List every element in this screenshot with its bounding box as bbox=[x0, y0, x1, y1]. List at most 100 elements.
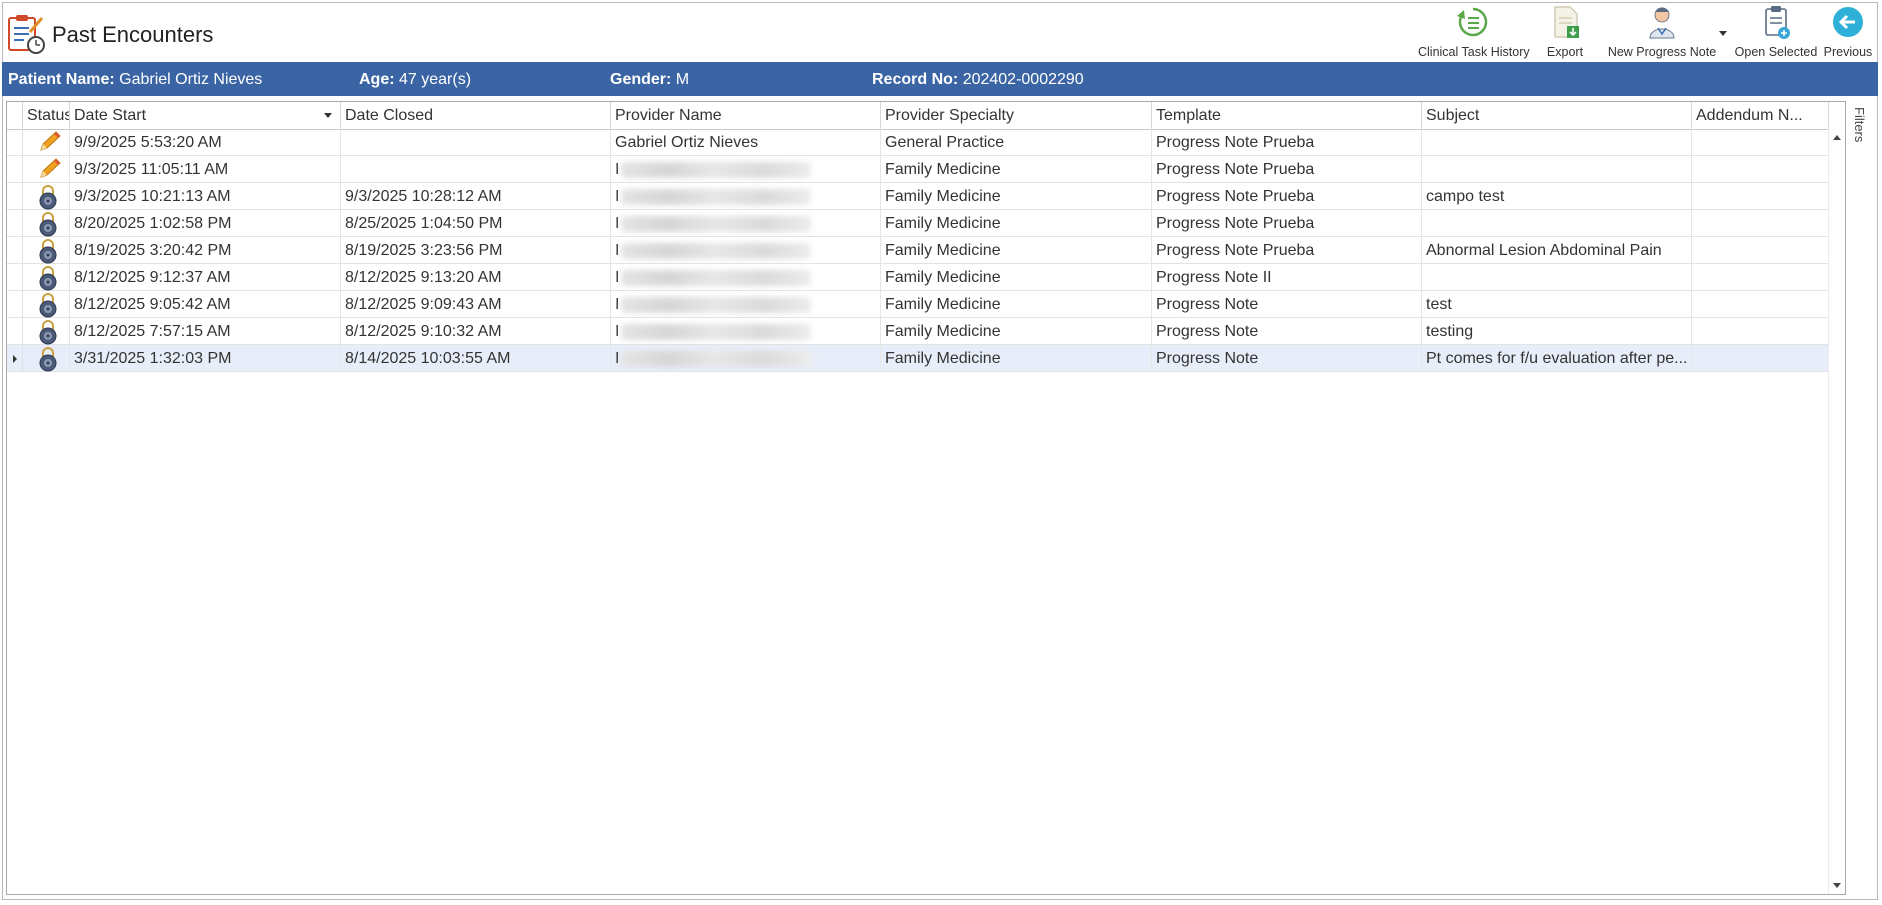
table-row[interactable]: 8/12/2025 9:12:37 AM 8/12/2025 9:13:20 AM… bbox=[7, 264, 1829, 291]
col-subject-cell bbox=[1422, 264, 1692, 291]
col-subject-text: campo test bbox=[1426, 188, 1505, 205]
scroll-down-arrow-icon[interactable] bbox=[1833, 883, 1841, 888]
row-indicator[interactable] bbox=[7, 264, 23, 291]
patient-record: Record No: 202402-0002290 bbox=[872, 71, 1084, 89]
previous-button[interactable]: Previous bbox=[1823, 4, 1873, 60]
scroll-up-arrow-icon[interactable] bbox=[1833, 135, 1841, 140]
col-provider-specialty-text: Family Medicine bbox=[885, 188, 1001, 205]
col-provider-specialty-text: Family Medicine bbox=[885, 323, 1001, 340]
doctor-icon bbox=[1649, 7, 1675, 39]
col-provider-specialty-cell: Family Medicine bbox=[881, 210, 1152, 237]
col-provider-name-cell: I bbox=[611, 156, 881, 183]
col-date-start-text: 8/12/2025 9:12:37 AM bbox=[74, 269, 231, 286]
new-progress-note-button[interactable]: New Progress Note bbox=[1604, 4, 1720, 60]
col-provider-specialty-header-label: Provider Specialty bbox=[885, 107, 1014, 124]
col-provider-name-text: I bbox=[615, 269, 620, 286]
col-template-text: Progress Note Prueba bbox=[1156, 134, 1315, 151]
col-status-cell bbox=[23, 264, 70, 291]
col-template-cell: Progress Note bbox=[1152, 291, 1422, 318]
col-addendum-header-label: Addendum N... bbox=[1696, 107, 1803, 124]
col-date-closed-cell: 9/3/2025 10:28:12 AM bbox=[341, 183, 611, 210]
col-addendum-header[interactable]: Addendum N... bbox=[1692, 102, 1829, 129]
patient-gender-value: M bbox=[675, 71, 690, 88]
col-subject-header[interactable]: Subject bbox=[1422, 102, 1692, 129]
table-row[interactable]: 8/19/2025 3:20:42 PM 8/19/2025 3:23:56 PM… bbox=[7, 237, 1829, 264]
row-indicator[interactable] bbox=[7, 318, 23, 345]
col-date-start-text: 8/19/2025 3:20:42 PM bbox=[74, 242, 232, 259]
row-indicator[interactable] bbox=[7, 345, 23, 372]
col-status-header-label: Status bbox=[27, 107, 70, 124]
col-date-closed-text: 9/3/2025 10:28:12 AM bbox=[345, 188, 502, 205]
col-date-start-cell: 8/12/2025 9:12:37 AM bbox=[70, 264, 341, 291]
lock-icon bbox=[39, 212, 57, 237]
col-template-cell: Progress Note Prueba bbox=[1152, 183, 1422, 210]
col-addendum-cell bbox=[1692, 264, 1829, 291]
col-addendum-cell bbox=[1692, 210, 1829, 237]
col-date-closed-cell: 8/25/2025 1:04:50 PM bbox=[341, 210, 611, 237]
col-date-start-text: 8/12/2025 7:57:15 AM bbox=[74, 323, 231, 340]
col-date-start-text: 9/9/2025 5:53:20 AM bbox=[74, 134, 222, 151]
row-indicator[interactable] bbox=[7, 183, 23, 210]
open-selected-label: Open Selected bbox=[1734, 45, 1818, 59]
col-provider-name-text: I bbox=[615, 188, 620, 205]
filters-label[interactable]: Filters bbox=[1852, 107, 1867, 142]
col-date-start-text: 9/3/2025 10:21:13 AM bbox=[74, 188, 231, 205]
clinical-task-history-button[interactable]: Clinical Task History bbox=[1418, 4, 1530, 60]
row-indicator[interactable] bbox=[7, 210, 23, 237]
filters-panel[interactable]: Filters bbox=[1846, 101, 1876, 895]
col-date-closed-cell: 8/14/2025 10:03:55 AM bbox=[341, 345, 611, 372]
col-provider-name-cell: I bbox=[611, 264, 881, 291]
redacted-name bbox=[621, 323, 812, 340]
col-subject-text: Pt comes for f/u evaluation after pe... bbox=[1426, 350, 1688, 367]
col-provider-specialty-text: Family Medicine bbox=[885, 269, 1001, 286]
pencil-icon bbox=[40, 131, 61, 151]
vertical-scrollbar[interactable] bbox=[1828, 129, 1845, 894]
col-date-closed-text: 8/19/2025 3:23:56 PM bbox=[345, 242, 503, 259]
col-template-text: Progress Note Prueba bbox=[1156, 161, 1315, 178]
col-template-cell: Progress Note Prueba bbox=[1152, 210, 1422, 237]
redacted-name bbox=[621, 242, 812, 259]
open-selected-button[interactable]: Open Selected bbox=[1733, 4, 1819, 60]
row-indicator[interactable] bbox=[7, 129, 23, 156]
table-row[interactable]: 8/12/2025 9:05:42 AM 8/12/2025 9:09:43 AM… bbox=[7, 291, 1829, 318]
col-provider-specialty-header[interactable]: Provider Specialty bbox=[881, 102, 1152, 129]
redacted-name bbox=[621, 161, 812, 178]
previous-label: Previous bbox=[1823, 45, 1873, 59]
table-row[interactable]: 3/31/2025 1:32:03 PM 8/14/2025 10:03:55 A… bbox=[7, 345, 1829, 372]
new-progress-note-dropdown-arrow[interactable] bbox=[1719, 31, 1727, 36]
col-subject-cell: test bbox=[1422, 291, 1692, 318]
col-provider-specialty-cell: Family Medicine bbox=[881, 291, 1152, 318]
col-status-cell bbox=[23, 183, 70, 210]
col-template-cell: Progress Note Prueba bbox=[1152, 237, 1422, 264]
col-date-start-text: 3/31/2025 1:32:03 PM bbox=[74, 350, 232, 367]
row-indicator[interactable] bbox=[7, 237, 23, 264]
col-provider-name-text: Gabriel Ortiz Nieves bbox=[615, 134, 759, 151]
export-label: Export bbox=[1546, 45, 1584, 59]
col-provider-specialty-text: Family Medicine bbox=[885, 350, 1001, 367]
col-date-start-cell: 8/20/2025 1:02:58 PM bbox=[70, 210, 341, 237]
col-date-start-header[interactable]: Date Start bbox=[70, 102, 341, 129]
export-button[interactable]: Export bbox=[1540, 4, 1590, 60]
refresh-list-icon bbox=[1457, 7, 1488, 37]
col-date-start-header-label: Date Start bbox=[74, 107, 147, 124]
col-subject-cell bbox=[1422, 156, 1692, 183]
table-row[interactable]: 9/9/2025 5:53:20 AM Gabriel Ortiz Nieves G… bbox=[7, 129, 1829, 156]
col-provider-name-text: I bbox=[615, 242, 620, 259]
table-row[interactable]: 8/12/2025 7:57:15 AM 8/12/2025 9:10:32 AM… bbox=[7, 318, 1829, 345]
col-date-closed-header[interactable]: Date Closed bbox=[341, 102, 611, 129]
col-template-header-label: Template bbox=[1156, 107, 1221, 124]
row-indicator[interactable] bbox=[7, 156, 23, 183]
col-date-closed-text: 8/12/2025 9:10:32 AM bbox=[345, 323, 502, 340]
col-subject-text: Abnormal Lesion Abdominal Pain bbox=[1426, 242, 1662, 259]
table-row[interactable]: 9/3/2025 11:05:11 AM I Family Medicine Prog… bbox=[7, 156, 1829, 183]
row-indicator[interactable] bbox=[7, 291, 23, 318]
page-title: Past Encounters bbox=[52, 22, 214, 47]
col-provider-name-text: I bbox=[615, 215, 620, 232]
col-provider-name-header[interactable]: Provider Name bbox=[611, 102, 881, 129]
table-row[interactable]: 9/3/2025 10:21:13 AM 9/3/2025 10:28:12 AM… bbox=[7, 183, 1829, 210]
col-template-header[interactable]: Template bbox=[1152, 102, 1422, 129]
col-status-header[interactable]: Status bbox=[23, 102, 70, 129]
table-row[interactable]: 8/20/2025 1:02:58 PM 8/25/2025 1:04:50 PM… bbox=[7, 210, 1829, 237]
col-template-cell: Progress Note bbox=[1152, 345, 1422, 372]
col-template-cell: Progress Note Prueba bbox=[1152, 129, 1422, 156]
